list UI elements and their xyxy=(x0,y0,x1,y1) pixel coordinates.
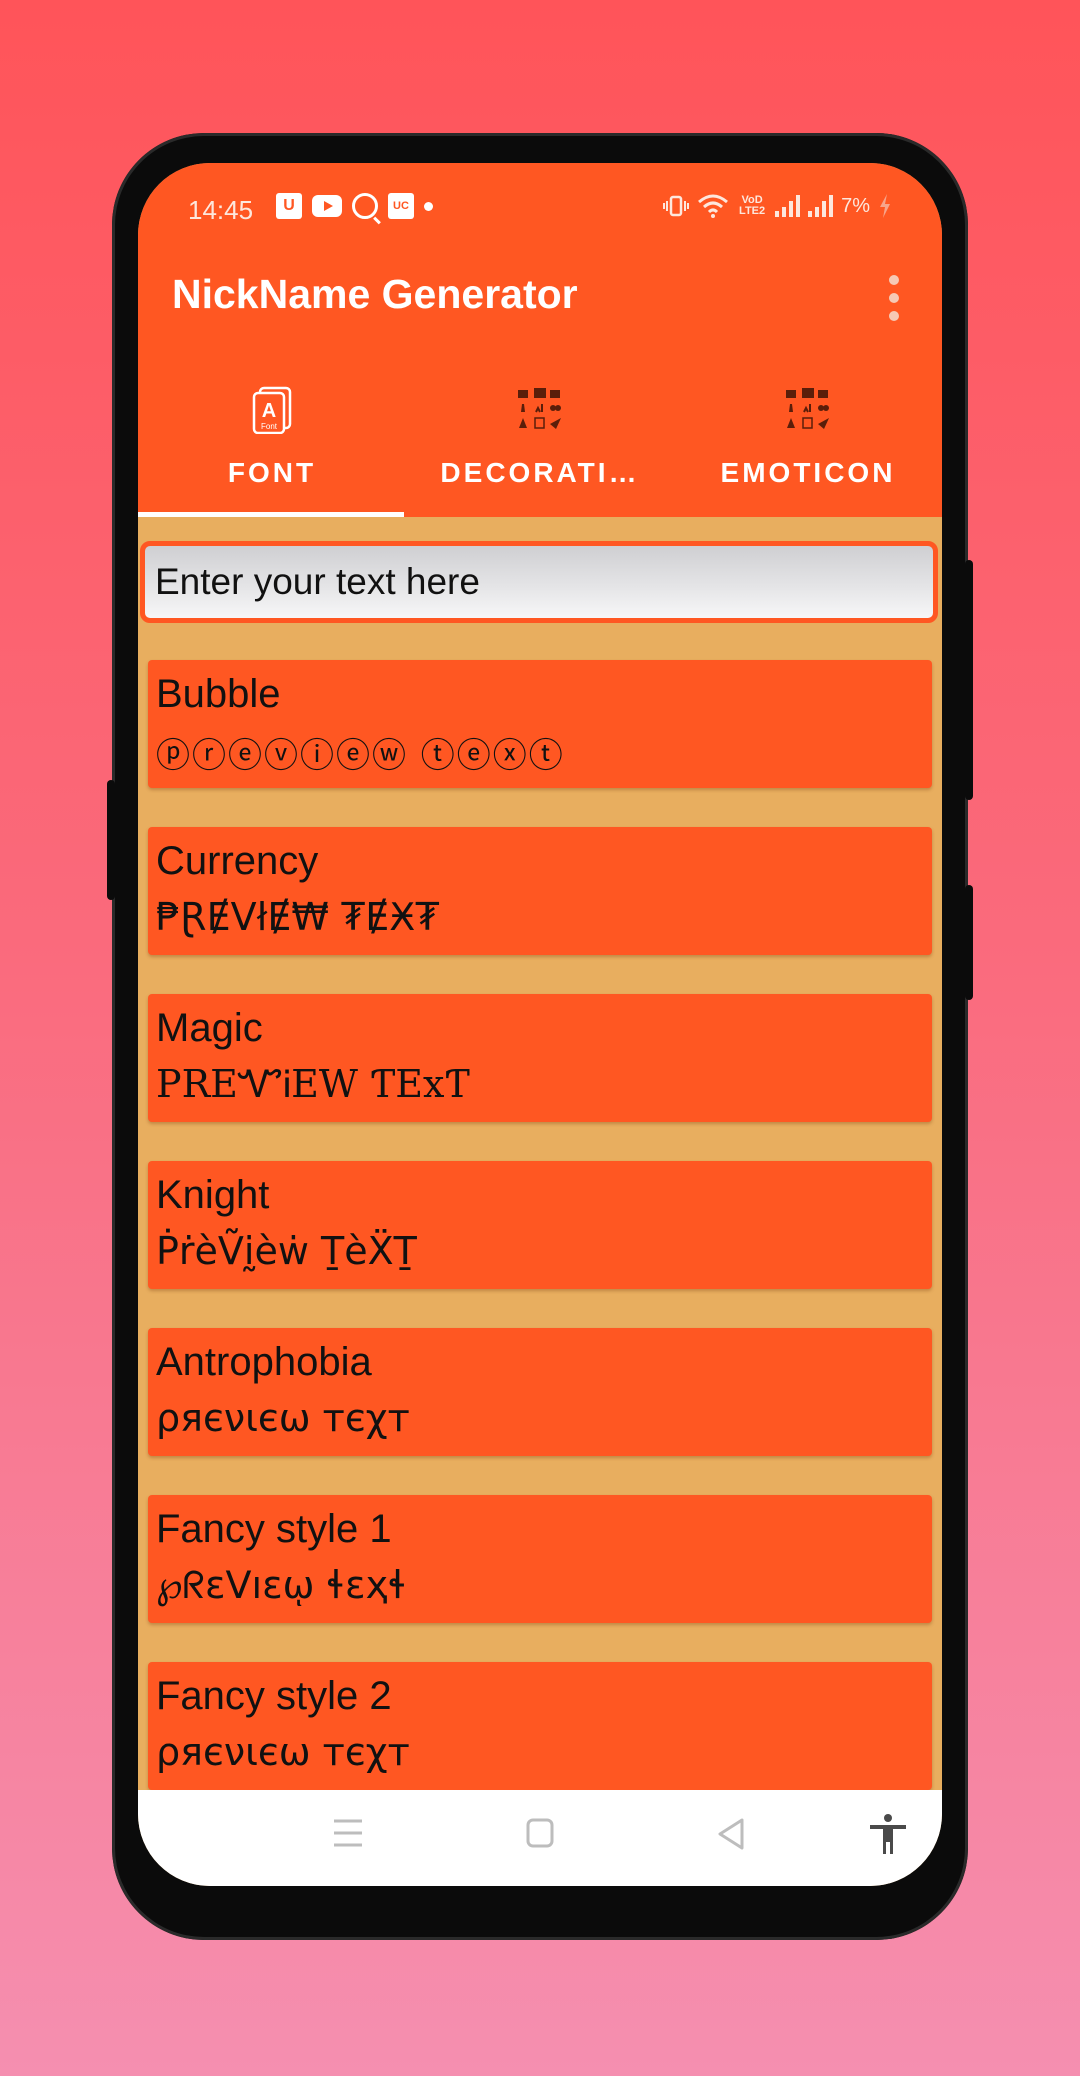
signal-icon xyxy=(775,195,801,217)
phone-side-button xyxy=(965,885,973,1000)
tab-font[interactable]: A Font FONT xyxy=(138,363,406,517)
decoration-grid-icon xyxy=(515,385,565,435)
battery-percent: 7% xyxy=(841,194,870,217)
notification-icons: U UC xyxy=(276,193,433,219)
youtube-icon xyxy=(312,195,342,217)
font-style-card-bubble[interactable]: Bubble ⓟⓡⓔⓥⓘⓔⓦ ⓣⓔⓧⓣ xyxy=(148,660,932,788)
tab-label: FONT xyxy=(227,457,317,488)
signal-icon xyxy=(808,195,834,217)
font-style-card-antrophobia[interactable]: Antrophobia ρяєνιєω тєχт xyxy=(148,1328,932,1456)
tab-label: DECORATI… xyxy=(440,457,640,488)
app-header: 14:45 U UC VoD LTE2 7% NickName Generato… xyxy=(138,163,942,517)
font-style-card-fancy-2[interactable]: Fancy style 2 ρяєνιєω тєχт xyxy=(148,1662,932,1790)
font-style-preview: PREᏉᎥEW ƬExƬ xyxy=(156,1062,470,1106)
tab-selected-indicator xyxy=(138,512,404,517)
font-style-name: Magic xyxy=(156,1006,263,1050)
font-style-preview: ₱ⱤɆVłɆ₩ ₮ɆӾ₮ xyxy=(156,895,440,939)
font-icon: A Font xyxy=(247,385,297,435)
tab-label: EMOTICON xyxy=(720,457,896,488)
tab-emoticon[interactable]: EMOTICON xyxy=(674,363,942,517)
svg-text:Font: Font xyxy=(261,422,278,431)
font-style-preview: ṖṙèṼḭèẇ ṮèẌṮ xyxy=(156,1229,417,1273)
uc-browser-icon: UC xyxy=(388,193,414,219)
vibrate-icon xyxy=(663,195,690,217)
system-nav-bar xyxy=(138,1790,942,1886)
emoticon-grid-icon xyxy=(783,385,833,435)
app-title: NickName Generator xyxy=(172,271,578,317)
notification-dot-icon xyxy=(424,201,433,211)
font-style-card-fancy-1[interactable]: Fancy style 1 ℘ᖇɛᐯıɛῳ ɬɛҳɬ xyxy=(148,1495,932,1623)
font-style-preview: ℘ᖇɛᐯıɛῳ ɬɛҳɬ xyxy=(156,1563,407,1607)
status-bar: 14:45 U UC VoD LTE2 7% xyxy=(138,163,942,255)
text-input-container xyxy=(140,541,938,623)
font-style-name: Currency xyxy=(156,839,319,883)
font-style-name: Bubble xyxy=(156,672,281,716)
font-style-name: Fancy style 2 xyxy=(156,1674,392,1718)
font-style-name: Antrophobia xyxy=(156,1340,372,1384)
charging-icon xyxy=(880,194,890,218)
u-app-icon: U xyxy=(276,193,302,219)
accessibility-icon[interactable] xyxy=(868,1814,908,1861)
search-q-icon xyxy=(352,193,378,219)
font-style-card-magic[interactable]: Magic PREᏉᎥEW ƬExƬ xyxy=(148,994,932,1122)
phone-side-button xyxy=(107,780,115,900)
font-style-name: Fancy style 1 xyxy=(156,1507,392,1551)
font-style-preview: ⓟⓡⓔⓥⓘⓔⓦ ⓣⓔⓧⓣ xyxy=(156,736,565,776)
overflow-menu-icon[interactable] xyxy=(882,275,906,321)
tab-decoration[interactable]: DECORATI… xyxy=(406,363,674,517)
tab-bar: A Font FONT DECORATI… EMOTICON xyxy=(138,363,942,517)
font-style-preview: ρяєνιєω тєχт xyxy=(156,1396,410,1440)
home-icon[interactable] xyxy=(526,1818,554,1853)
text-input[interactable] xyxy=(145,546,933,618)
phone-screen: 14:45 U UC VoD LTE2 7% NickName Generato… xyxy=(138,163,942,1886)
back-icon[interactable] xyxy=(716,1818,746,1855)
volte-icon: VoD LTE2 xyxy=(739,194,766,217)
font-style-name: Knight xyxy=(156,1173,270,1217)
recents-icon[interactable] xyxy=(332,1818,364,1853)
system-icons: VoD LTE2 7% xyxy=(663,193,892,219)
font-style-card-currency[interactable]: Currency ₱ⱤɆVłɆ₩ ₮ɆӾ₮ xyxy=(148,827,932,955)
svg-text:A: A xyxy=(262,400,276,422)
wifi-icon xyxy=(698,194,729,218)
font-style-card-knight[interactable]: Knight ṖṙèṼḭèẇ ṮèẌṮ xyxy=(148,1161,932,1289)
phone-side-button xyxy=(965,560,973,800)
font-style-preview: ρяєνιєω тєχт xyxy=(156,1730,410,1774)
status-time: 14:45 xyxy=(188,195,254,225)
